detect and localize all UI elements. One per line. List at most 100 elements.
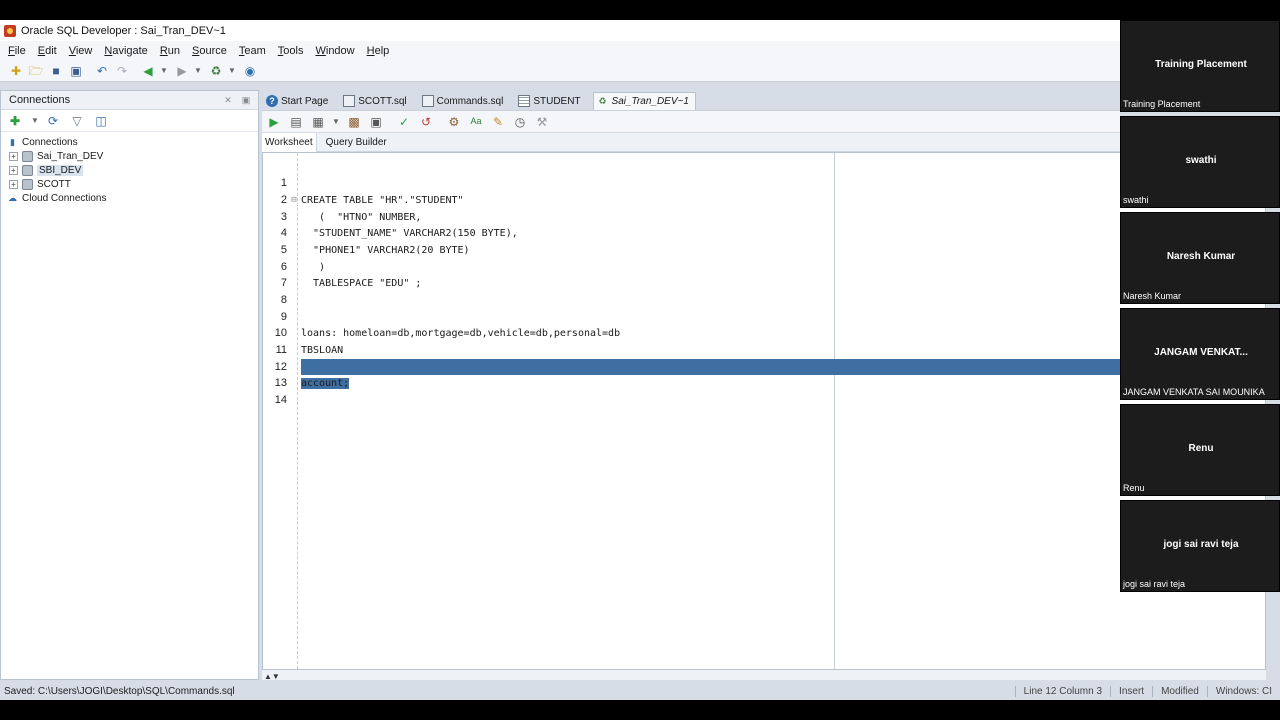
back-icon[interactable]: ◀ — [140, 63, 156, 79]
menu-edit[interactable]: Edit — [32, 45, 63, 57]
menu-navigate[interactable]: Navigate — [98, 45, 153, 57]
fold-collapse-icon[interactable]: ⊟ — [287, 195, 301, 205]
code-line[interactable]: 8 — [263, 292, 1265, 308]
connections-tree: ▮ Connections + Sai_Tran_DEV + SBI_DEV +… — [1, 132, 258, 205]
code-line[interactable]: 5 "PHONE1" VARCHAR2(20 BYTE) — [263, 242, 1265, 258]
tree-item-cloud-connections[interactable]: ☁ Cloud Connections — [1, 191, 258, 205]
menu-window[interactable]: Window — [309, 45, 360, 57]
participant-label: swathi — [1123, 195, 1149, 205]
save-icon[interactable]: ■ — [48, 63, 64, 79]
add-connection-icon[interactable]: ✚ — [7, 113, 23, 129]
menu-file[interactable]: File — [2, 45, 32, 57]
tree-item-sbi-dev[interactable]: + SBI_DEV — [1, 163, 258, 177]
code-line[interactable]: 6 ) — [263, 259, 1265, 275]
back-dropdown-icon[interactable]: ▼ — [160, 66, 168, 75]
split-arrows-icon[interactable]: ▲▼ — [264, 672, 280, 681]
code-line[interactable]: 10 loans: homeloan=db,mortgage=db,vehicl… — [263, 325, 1265, 341]
tab-sai-tran-dev-worksheet[interactable]: ♻ Sai_Tran_DEV~1 — [592, 92, 696, 110]
save-all-icon[interactable]: ▣ — [68, 63, 84, 79]
participant-tile[interactable]: Training Placement Training Placement — [1120, 20, 1280, 112]
menu-tools[interactable]: Tools — [272, 45, 310, 57]
rollback-icon[interactable]: ↺ — [418, 114, 434, 130]
modified-indicator: Modified — [1152, 685, 1207, 697]
menu-view[interactable]: View — [63, 45, 99, 57]
forward-dropdown-icon[interactable]: ▼ — [194, 66, 202, 75]
window-title: Oracle SQL Developer : Sai_Tran_DEV~1 — [21, 24, 226, 37]
tab-query-builder[interactable]: Query Builder — [323, 133, 390, 152]
close-panel-icon[interactable]: ✕ — [222, 95, 234, 106]
video-participants-panel: Training Placement Training Placement sw… — [1120, 20, 1280, 592]
code-line[interactable]: 3 ( "HTNO" NUMBER, — [263, 209, 1265, 225]
redo-icon[interactable]: ↷ — [114, 63, 130, 79]
sql-worksheet-icon[interactable]: ♻ — [208, 63, 224, 79]
code-line[interactable]: 12 — [263, 359, 1265, 375]
explain-plan-icon[interactable]: ▩ — [346, 114, 362, 130]
sql-history-icon[interactable]: ◷ — [512, 114, 528, 130]
tab-student[interactable]: STUDENT — [515, 92, 587, 110]
expand-icon[interactable]: + — [9, 151, 18, 161]
code-line[interactable]: 2 ⊟ CREATE TABLE "HR"."STUDENT" — [263, 192, 1265, 208]
undo-icon[interactable]: ↶ — [94, 63, 110, 79]
filter-icon[interactable]: ▽ — [69, 113, 85, 129]
menu-help[interactable]: Help — [361, 45, 396, 57]
binoculars-icon[interactable]: ◉ — [242, 63, 258, 79]
refresh-icon[interactable]: ⟳ — [45, 113, 61, 129]
tab-commands-sql[interactable]: Commands.sql — [418, 92, 510, 110]
forward-icon[interactable]: ▶ — [174, 63, 190, 79]
tree-item-scott[interactable]: + SCOTT — [1, 177, 258, 191]
sql-developer-app-icon — [4, 24, 16, 37]
sql-worksheet-dropdown-icon[interactable]: ▼ — [228, 66, 236, 75]
participant-tile[interactable]: Naresh Kumar Naresh Kumar — [1120, 212, 1280, 304]
commit-icon[interactable]: ✓ — [396, 114, 412, 130]
add-connection-dropdown-icon[interactable]: ▼ — [31, 116, 39, 125]
unshared-sql-icon[interactable]: ⚙ — [446, 114, 462, 130]
status-message: Saved: C:\Users\JOGI\Desktop\SQL\Command… — [4, 685, 235, 697]
tree-item-connections[interactable]: ▮ Connections — [1, 135, 258, 149]
open-folder-icon[interactable]: 🗁 — [28, 63, 44, 79]
minimize-panel-icon[interactable]: ▣ — [240, 95, 252, 106]
tab-start-page[interactable]: ? Start Page — [263, 92, 335, 110]
participant-tile[interactable]: swathi swathi — [1120, 116, 1280, 208]
code-line[interactable]: 9 — [263, 309, 1265, 325]
schema-browser-icon[interactable]: ◫ — [93, 113, 109, 129]
participant-name: jogi sai ravi teja — [1163, 539, 1239, 550]
tree-item-sai-tran-dev[interactable]: + Sai_Tran_DEV — [1, 149, 258, 163]
code-line[interactable]: 11 TBSLOAN — [263, 342, 1265, 358]
participant-tile[interactable]: Renu Renu — [1120, 404, 1280, 496]
table-icon — [518, 95, 531, 107]
participant-tile[interactable]: JANGAM VENKAT... JANGAM VENKATA SAI MOUN… — [1120, 308, 1280, 400]
menu-team[interactable]: Team — [233, 45, 272, 57]
participant-tile[interactable]: jogi sai ravi teja jogi sai ravi teja — [1120, 500, 1280, 592]
participant-label: Renu — [1123, 483, 1145, 493]
connections-toolbar: ✚ ▼ ⟳ ▽ ◫ — [1, 110, 258, 132]
run-statement-icon[interactable]: ▶ — [266, 114, 282, 130]
code-line[interactable]: 7 TABLESPACE "EDU" ; — [263, 275, 1265, 291]
participant-label: JANGAM VENKATA SAI MOUNIKA — [1123, 387, 1265, 397]
expand-icon[interactable]: + — [9, 165, 18, 175]
tab-worksheet[interactable]: Worksheet — [262, 132, 317, 152]
new-file-icon[interactable]: ✚ — [8, 63, 24, 79]
code-line[interactable]: 14 — [263, 392, 1265, 408]
tab-scott-sql[interactable]: SCOTT.sql — [340, 92, 413, 110]
code-line[interactable]: 4 "STUDENT_NAME" VARCHAR2(150 BYTE), — [263, 225, 1265, 241]
participant-name: Training Placement — [1155, 59, 1247, 70]
run-script-icon[interactable]: ▤ — [288, 114, 304, 130]
sql-tuning-icon[interactable]: ▣ — [368, 114, 384, 130]
autotrace-dropdown-icon[interactable]: ▼ — [332, 117, 340, 126]
editor-tab-bar: ? Start Page SCOTT.sql Commands.sql STUD… — [263, 91, 1120, 110]
code-line[interactable]: 13 account; — [263, 375, 1265, 391]
participant-label: Naresh Kumar — [1123, 291, 1182, 301]
expand-icon[interactable]: + — [9, 179, 18, 189]
cloud-icon: ☁ — [8, 192, 17, 203]
connections-panel: Connections ✕ ▣ ✚ ▼ ⟳ ▽ ◫ ▮ Connections … — [0, 90, 259, 680]
to-upper-lower-icon[interactable]: Aa — [468, 114, 484, 130]
sql-monitor-icon[interactable]: ⚒ — [534, 114, 550, 130]
sql-editor[interactable]: 1 2 ⊟ CREATE TABLE "HR"."STUDENT" 3 ( "HT… — [262, 152, 1266, 670]
menu-source[interactable]: Source — [186, 45, 233, 57]
worksheet-toolbar: ▶ ▤ ▦ ▼ ▩ ▣ ✓ ↺ ⚙ Aa ✎ ◷ ⚒ — [262, 110, 1120, 132]
database-icon — [22, 178, 33, 190]
clear-icon[interactable]: ✎ — [490, 114, 506, 130]
autotrace-icon[interactable]: ▦ — [310, 114, 326, 130]
code-line[interactable]: 1 — [263, 175, 1265, 191]
menu-run[interactable]: Run — [154, 45, 186, 57]
